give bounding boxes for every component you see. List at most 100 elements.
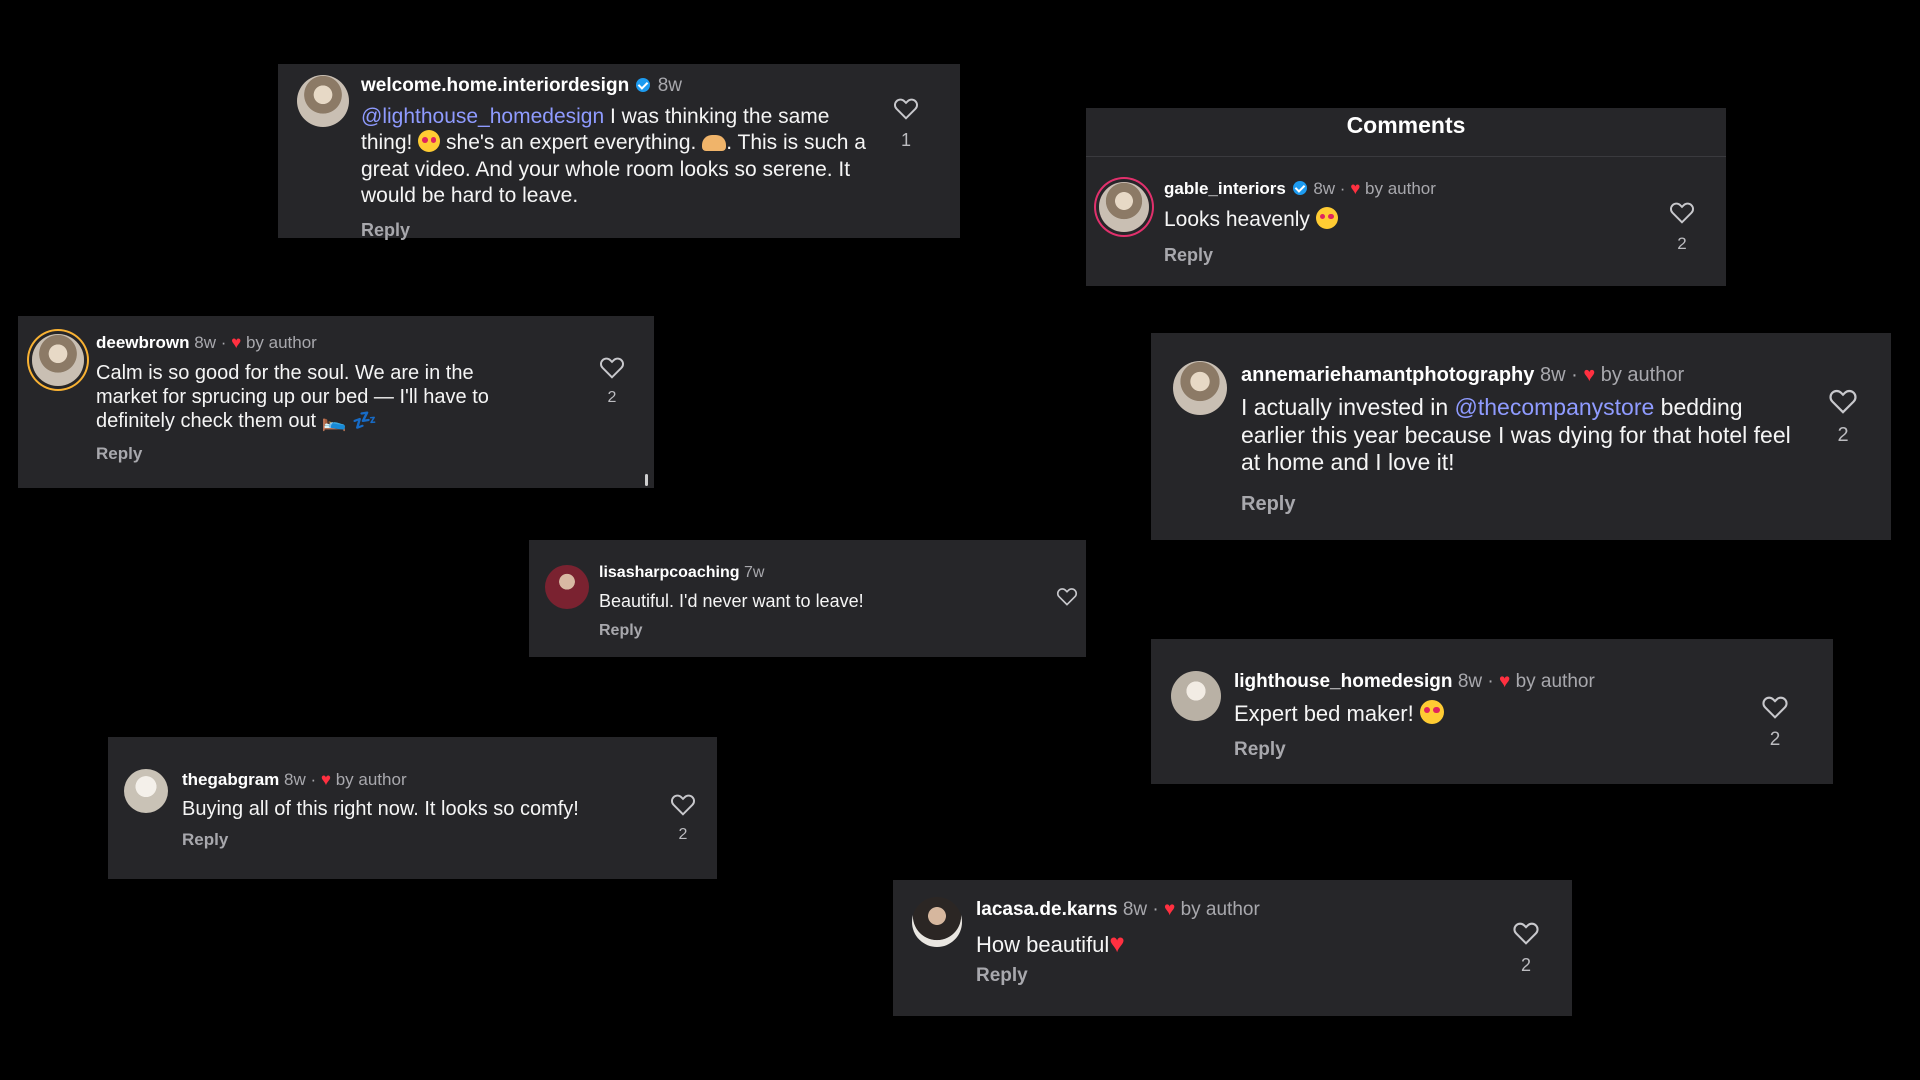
reply-button[interactable]: Reply xyxy=(976,965,1028,987)
like-count: 2 xyxy=(607,389,617,406)
avatar[interactable] xyxy=(297,75,349,127)
timestamp: 8w · xyxy=(1539,364,1578,386)
comment-meta: welcome.home.interiordesign 8w xyxy=(361,75,682,97)
reply-button[interactable]: Reply xyxy=(1241,493,1295,516)
reply-button[interactable]: Reply xyxy=(1164,245,1213,266)
reply-button[interactable]: Reply xyxy=(599,622,643,640)
username[interactable]: welcome.home.interiordesign xyxy=(361,75,629,96)
liked-by-author: by author xyxy=(335,770,407,789)
author-heart-icon: ♥ xyxy=(1350,179,1361,198)
comment-card-lisasharp: lisasharpcoaching 7w Beautiful. I'd neve… xyxy=(529,540,1086,657)
heart-outline-icon xyxy=(1056,588,1078,606)
heart-eyes-emoji-icon xyxy=(1315,207,1338,229)
heart-outline-icon xyxy=(671,794,695,816)
like-count: 2 xyxy=(1677,234,1687,253)
author-heart-icon: ♥ xyxy=(1164,899,1176,920)
comment-text: I actually invested in @thecompanystore … xyxy=(1241,394,1791,476)
comment-card-lacasa: lacasa.de.karns 8w · ♥ by author How bea… xyxy=(893,880,1572,1016)
like-button[interactable]: 2 xyxy=(592,355,632,407)
heart-outline-icon xyxy=(1762,696,1788,719)
verified-badge-icon xyxy=(636,78,651,92)
comment-text: Beautiful. I'd never want to leave! xyxy=(599,591,864,611)
comment-card-deewbrown: deewbrown 8w · ♥ by author Calm is so go… xyxy=(18,316,654,488)
like-button[interactable] xyxy=(1054,586,1080,606)
timestamp: 8w · xyxy=(1313,179,1346,198)
like-button[interactable]: 2 xyxy=(1821,387,1865,447)
timestamp: 8w · xyxy=(194,333,227,352)
username[interactable]: thegabgram xyxy=(182,770,279,789)
comment-card-gable: Comments gable_interiors 8w · ♥ by autho… xyxy=(1086,108,1726,286)
comment-meta: lacasa.de.karns 8w · ♥ by author xyxy=(976,899,1260,921)
comment-card-thegabgram: thegabgram 8w · ♥ by author Buying all o… xyxy=(108,737,717,879)
comments-header: Comments xyxy=(1346,112,1466,138)
comment-text: Expert bed maker! xyxy=(1234,700,1444,728)
comment-meta: lisasharpcoaching 7w xyxy=(599,564,764,582)
comment-text: Buying all of this right now. It looks s… xyxy=(182,798,579,820)
comment-meta: deewbrown 8w · ♥ by author xyxy=(96,333,317,353)
heart-outline-icon xyxy=(1513,922,1539,945)
timestamp: 8w · xyxy=(284,770,317,789)
comment-meta: thegabgram 8w · ♥ by author xyxy=(182,770,407,790)
like-button[interactable]: 2 xyxy=(1506,920,1546,976)
heart-outline-icon xyxy=(1670,202,1694,224)
like-button[interactable]: 2 xyxy=(1662,200,1702,254)
reply-button[interactable]: Reply xyxy=(96,444,142,464)
liked-by-author: by author xyxy=(1600,364,1685,386)
verified-badge-icon xyxy=(1292,181,1307,195)
comment-meta: lighthouse_homedesign 8w · ♥ by author xyxy=(1234,671,1595,693)
heart-outline-icon xyxy=(600,357,624,379)
comment-text: Calm is so good for the soul. We are in … xyxy=(96,362,489,432)
comment-card-welcome: welcome.home.interiordesign 8w @lighthou… xyxy=(278,64,960,241)
comment-meta: gable_interiors 8w · ♥ by author xyxy=(1164,179,1436,199)
avatar[interactable] xyxy=(124,769,168,813)
avatar[interactable] xyxy=(1099,182,1149,232)
liked-by-author: by author xyxy=(1365,179,1436,198)
author-heart-icon: ♥ xyxy=(320,770,331,789)
like-count: 2 xyxy=(1520,955,1531,975)
like-count: 2 xyxy=(1769,729,1781,750)
avatar[interactable] xyxy=(545,565,589,609)
liked-by-author: by author xyxy=(245,333,317,352)
avatar[interactable] xyxy=(912,897,962,947)
author-heart-icon: ♥ xyxy=(231,333,242,352)
username[interactable]: lisasharpcoaching xyxy=(599,564,740,581)
liked-by-author: by author xyxy=(1515,671,1595,692)
mention-link[interactable]: @thecompanystore xyxy=(1455,394,1655,420)
timestamp: 8w xyxy=(657,75,683,96)
username[interactable]: deewbrown xyxy=(96,333,190,352)
like-count: 2 xyxy=(678,826,688,843)
username[interactable]: lighthouse_homedesign xyxy=(1234,671,1453,692)
author-heart-icon: ♥ xyxy=(1583,364,1596,386)
heart-hands-emoji-icon xyxy=(702,135,727,152)
header-divider xyxy=(1086,156,1726,157)
username[interactable]: annemariehamantphotography xyxy=(1241,364,1534,386)
like-button[interactable]: 1 xyxy=(886,96,926,151)
red-heart-emoji-icon: ♥ xyxy=(1109,928,1125,958)
avatar[interactable] xyxy=(1171,671,1221,721)
reply-button[interactable]: Reply xyxy=(182,830,228,850)
author-heart-icon: ♥ xyxy=(1499,671,1511,692)
username[interactable]: gable_interiors xyxy=(1164,179,1286,198)
timestamp: 8w · xyxy=(1122,899,1159,920)
avatar[interactable] xyxy=(1173,361,1227,415)
comment-meta: annemariehamantphotography 8w · ♥ by aut… xyxy=(1241,364,1684,387)
scrollbar[interactable] xyxy=(645,474,648,486)
liked-by-author: by author xyxy=(1180,899,1260,920)
heart-eyes-emoji-icon xyxy=(1419,700,1444,724)
like-button[interactable]: 2 xyxy=(1755,694,1795,751)
heart-eyes-emoji-icon xyxy=(418,130,441,153)
reply-button[interactable]: Reply xyxy=(1234,739,1286,761)
like-count: 2 xyxy=(1837,424,1849,446)
mention-link[interactable]: @lighthouse_homedesign xyxy=(361,105,604,128)
heart-outline-icon xyxy=(1829,389,1857,414)
comment-card-annemarie: annemariehamantphotography 8w · ♥ by aut… xyxy=(1151,333,1891,540)
username[interactable]: lacasa.de.karns xyxy=(976,899,1118,920)
comment-text: How beautiful♥ xyxy=(976,928,1125,958)
avatar[interactable] xyxy=(32,334,84,386)
like-button[interactable]: 2 xyxy=(663,792,703,844)
timestamp: 7w xyxy=(743,564,765,581)
heart-outline-icon xyxy=(894,98,918,120)
reply-button[interactable]: Reply xyxy=(361,220,410,241)
like-count: 1 xyxy=(900,130,911,150)
timestamp: 8w · xyxy=(1457,671,1494,692)
